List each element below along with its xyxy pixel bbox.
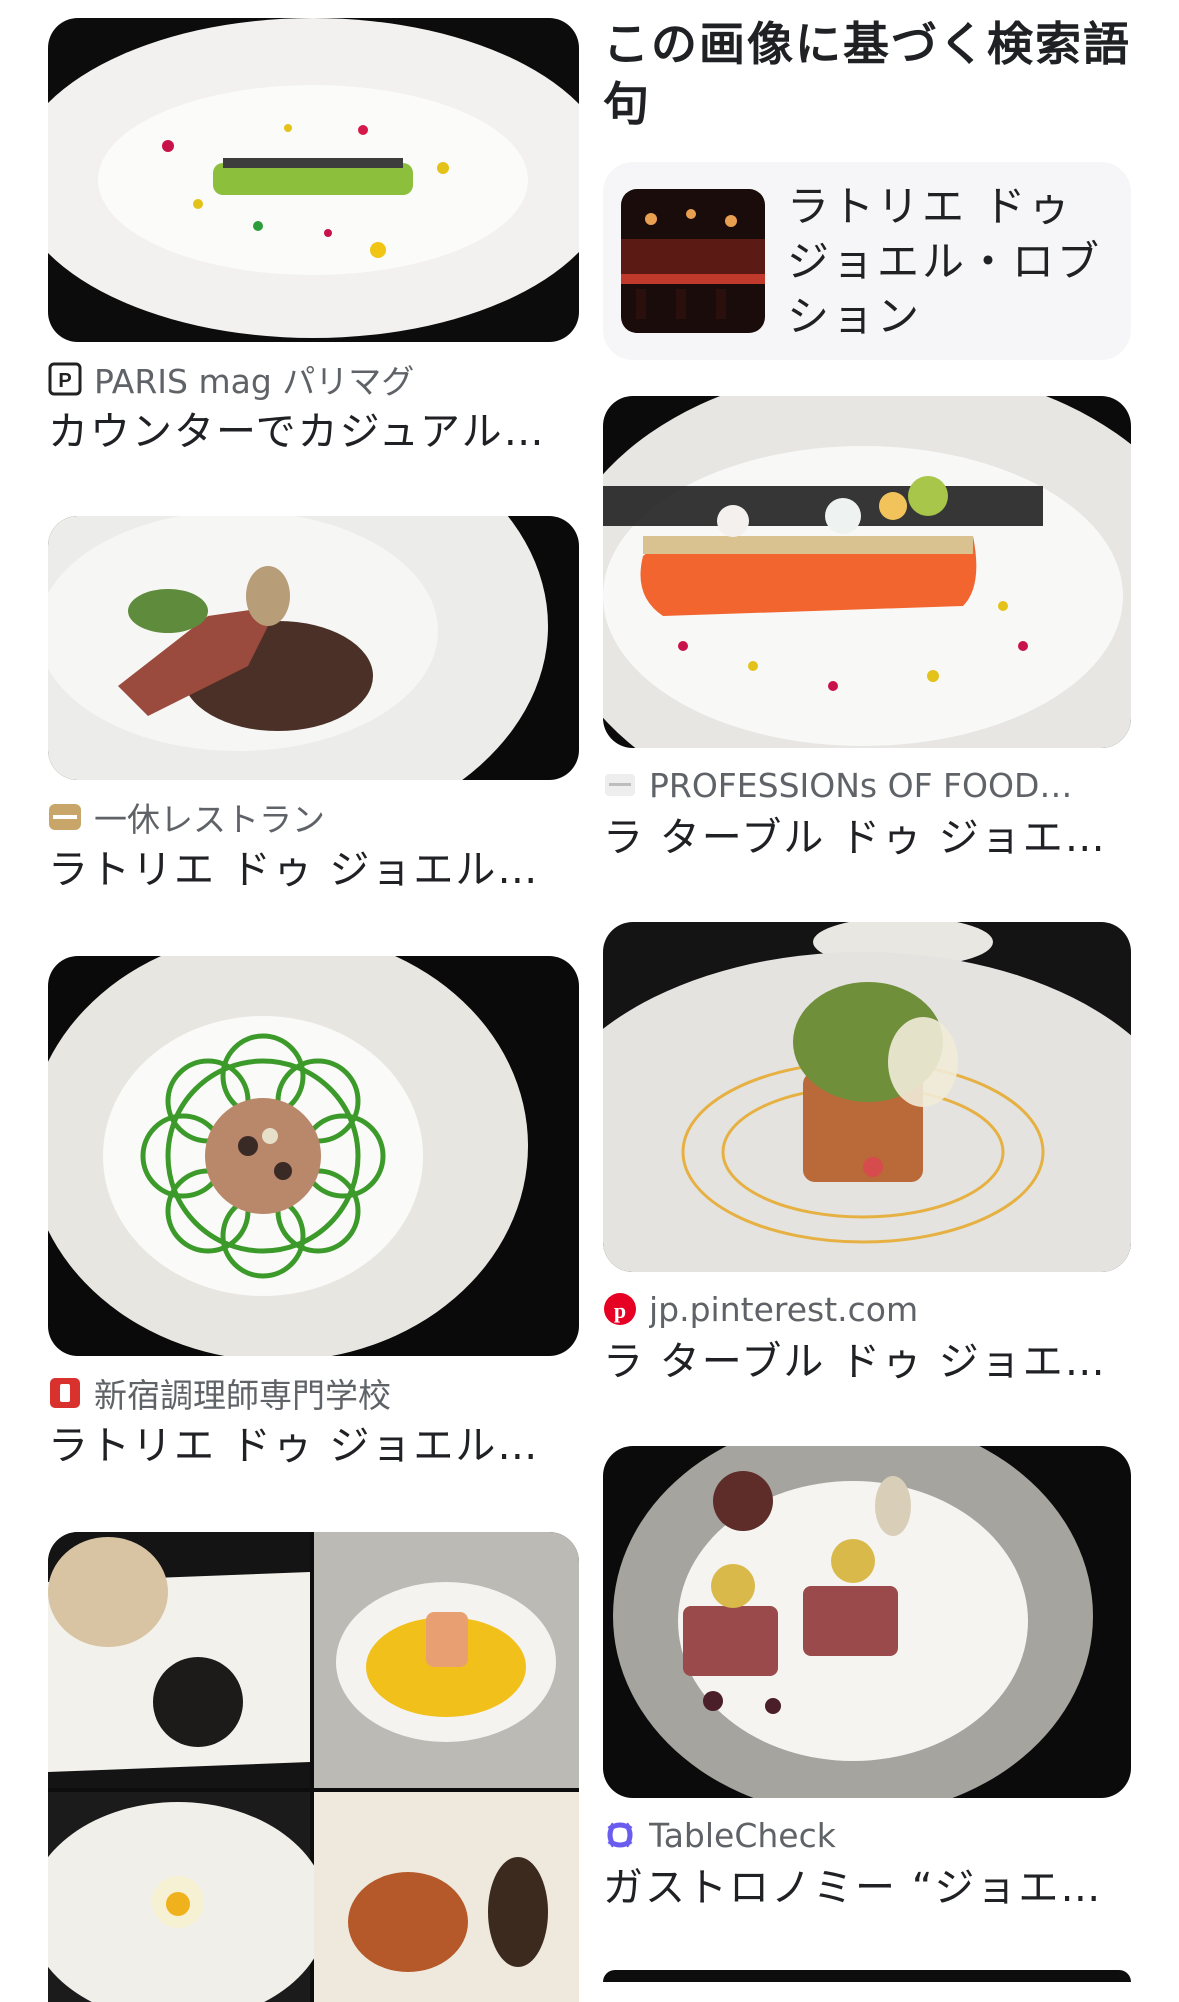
tablecheck-logo-icon xyxy=(603,1818,637,1852)
source-name: jp.pinterest.com xyxy=(649,1289,919,1329)
result-thumbnail[interactable] xyxy=(603,396,1131,748)
result-title[interactable]: ラ ターブル ドゥ ジョエ… xyxy=(603,1334,1131,1390)
result-thumbnail[interactable] xyxy=(48,956,579,1356)
source-name: 一休レストラン xyxy=(94,800,325,839)
source-name: PROFESSIONs OF FOOD… xyxy=(649,765,1073,805)
pinterest-logo-icon: p xyxy=(603,1292,637,1326)
source-name: PARIS mag パリマグ xyxy=(94,362,415,401)
image-result-card[interactable]: P PARIS mag パリマグ カウンターでカジュアル… xyxy=(48,18,579,460)
image-result-card[interactable]: 新宿調理師専門学校 ラトリエ ドゥ ジョエル… xyxy=(48,956,579,1474)
result-title[interactable]: ガストロノミー “ジョエ… xyxy=(603,1860,1131,1916)
result-title[interactable]: ラ ターブル ドゥ ジョエ… xyxy=(603,810,1131,866)
result-title[interactable]: ラトリエ ドゥ ジョエル… xyxy=(48,1418,579,1474)
related-search-thumbnail xyxy=(621,189,765,333)
svg-text:p: p xyxy=(614,1298,626,1323)
result-thumbnail[interactable] xyxy=(603,1446,1131,1798)
image-result-card[interactable] xyxy=(603,1970,1131,1982)
image-result-card[interactable] xyxy=(48,1532,579,2002)
related-searches-heading: この画像に基づく検索語句 xyxy=(603,17,1131,131)
image-result-card[interactable]: p jp.pinterest.com ラ ターブル ドゥ ジョエ… xyxy=(603,922,1131,1390)
shinjuku-school-logo-icon xyxy=(48,1376,82,1410)
result-thumbnail[interactable] xyxy=(48,18,579,342)
result-thumbnail[interactable] xyxy=(603,1970,1131,1982)
result-thumbnail[interactable] xyxy=(48,516,579,780)
result-title[interactable]: カウンターでカジュアル… xyxy=(48,404,579,460)
image-result-card[interactable]: PROFESSIONs OF FOOD… ラ ターブル ドゥ ジョエ… xyxy=(603,396,1131,866)
related-search-chip[interactable]: ラトリエ ドゥ ジョエル・ロブション xyxy=(603,162,1131,360)
result-thumbnail[interactable] xyxy=(603,922,1131,1272)
image-result-card[interactable]: 一休レストラン ラトリエ ドゥ ジョエル… xyxy=(48,516,579,898)
result-title[interactable]: ラトリエ ドゥ ジョエル… xyxy=(48,842,579,898)
svg-text:P: P xyxy=(58,370,71,392)
paris-mag-logo-icon: P xyxy=(48,362,82,396)
related-search-label: ラトリエ ドゥ ジョエル・ロブション xyxy=(787,181,1103,341)
source-name: 新宿調理師専門学校 xyxy=(94,1376,391,1415)
result-thumbnail[interactable] xyxy=(48,1532,579,2002)
image-result-card[interactable]: TableCheck ガストロノミー “ジョエ… xyxy=(603,1446,1131,1916)
ikyu-logo-icon xyxy=(48,800,82,834)
professions-logo-icon xyxy=(603,768,637,802)
source-name: TableCheck xyxy=(649,1815,836,1855)
